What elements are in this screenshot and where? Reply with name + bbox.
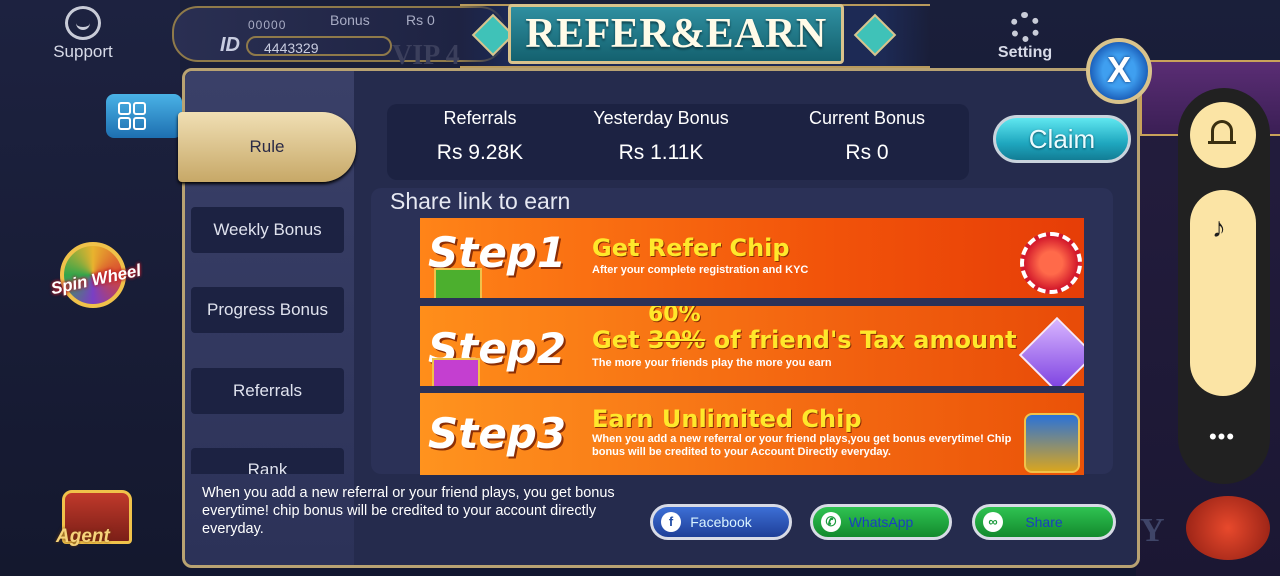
stat-current-bonus: Current Bonus Rs 0 (777, 104, 957, 165)
stat-value: Rs 0 (845, 141, 889, 164)
user-id-label: ID (220, 34, 240, 56)
treasure-icon (1024, 413, 1080, 473)
whatsapp-share-button[interactable]: ✆ WhatsApp (810, 504, 952, 540)
step-heading: Earn Unlimited Chip (592, 405, 862, 433)
gift-box-icon (432, 358, 480, 386)
share-label: Share (1025, 514, 1063, 530)
headset-icon (65, 6, 101, 40)
step-description: After your complete registration and KYC (592, 264, 809, 276)
step-description: The more your friends play the more you … (592, 357, 832, 369)
agent-button[interactable]: Agent (52, 484, 142, 564)
bell-icon (1208, 120, 1236, 144)
user-id: ID4443329 (246, 36, 392, 56)
stat-referrals: Referrals Rs 9.28K (390, 104, 570, 165)
stat-value: Rs 1.11K (618, 141, 704, 164)
old-percentage: 30% (647, 326, 706, 354)
gift-box-icon (434, 268, 482, 298)
stat-label: Yesterday Bonus (593, 108, 729, 128)
claim-button[interactable]: Claim (993, 115, 1131, 163)
facebook-share-button[interactable]: f Facebook (650, 504, 792, 540)
tab-progress-bonus[interactable]: Progress Bonus (191, 287, 344, 333)
balance-value: Rs 0 (406, 12, 435, 28)
chip-token-icon (1186, 496, 1270, 560)
close-icon: X (1106, 49, 1131, 90)
facebook-label: Facebook (690, 514, 752, 530)
notification-button[interactable] (1190, 102, 1256, 168)
support-label: Support (53, 42, 113, 61)
bonus-stats: Referrals Rs 9.28K Yesterday Bonus Rs 1.… (387, 104, 969, 180)
support-button[interactable]: Support (48, 6, 118, 62)
diamond-icon (1018, 316, 1084, 386)
setting-label: Setting (997, 44, 1053, 61)
music-note-icon: ♪ (1212, 212, 1226, 243)
more-options-button[interactable]: ••• (1194, 424, 1250, 450)
user-stars: 00000 (248, 18, 287, 32)
step-3-banner: Step3 Earn Unlimited Chip When you add a… (420, 393, 1084, 475)
music-button[interactable]: ♪ (1190, 190, 1256, 396)
whatsapp-icon: ✆ (821, 512, 841, 532)
menu-grid-button[interactable] (106, 94, 182, 138)
referral-footnote: When you add a new referral or your frie… (202, 485, 615, 537)
spin-wheel-button[interactable]: Spin Wheel (44, 236, 144, 326)
stat-value: Rs 9.28K (436, 141, 524, 164)
step-word: Step3 (428, 409, 567, 458)
poker-chip-icon (1020, 232, 1082, 294)
page-title: REFER&EARN (508, 4, 844, 64)
facebook-icon: f (661, 512, 681, 532)
bonus-label: Bonus (330, 12, 370, 28)
step-2-banner: Step2 60% Get 30% of friend's Tax amount… (420, 306, 1084, 386)
step-1-banner: Step1 Get Refer Chip After your complete… (420, 218, 1084, 298)
tab-rule[interactable]: Rule (178, 112, 356, 182)
step-heading: Get Refer Chip (592, 234, 790, 262)
step-heading: Get 30% of friend's Tax amount (592, 326, 1017, 354)
stat-label: Current Bonus (808, 108, 926, 128)
setting-button[interactable]: Setting (994, 12, 1056, 62)
agent-label: Agent (56, 526, 110, 547)
share-link-button[interactable]: ∞ Share (972, 504, 1116, 540)
stat-label: Referrals (443, 108, 517, 128)
close-button[interactable]: X (1086, 38, 1152, 104)
tab-referrals[interactable]: Referrals (191, 368, 344, 414)
share-link-label: Share link to earn (390, 188, 571, 214)
link-icon: ∞ (983, 512, 1003, 532)
stat-yesterday-bonus: Yesterday Bonus Rs 1.11K (571, 104, 751, 165)
tab-rank[interactable]: Rank (191, 448, 344, 474)
lobby-letter: Y (1140, 512, 1165, 549)
new-percentage: 60% (648, 306, 701, 327)
gear-icon (1010, 12, 1040, 42)
whatsapp-label: WhatsApp (848, 514, 914, 530)
step-description: When you add a new referral or your frie… (592, 433, 1012, 458)
tab-weekly-bonus[interactable]: Weekly Bonus (191, 207, 344, 253)
